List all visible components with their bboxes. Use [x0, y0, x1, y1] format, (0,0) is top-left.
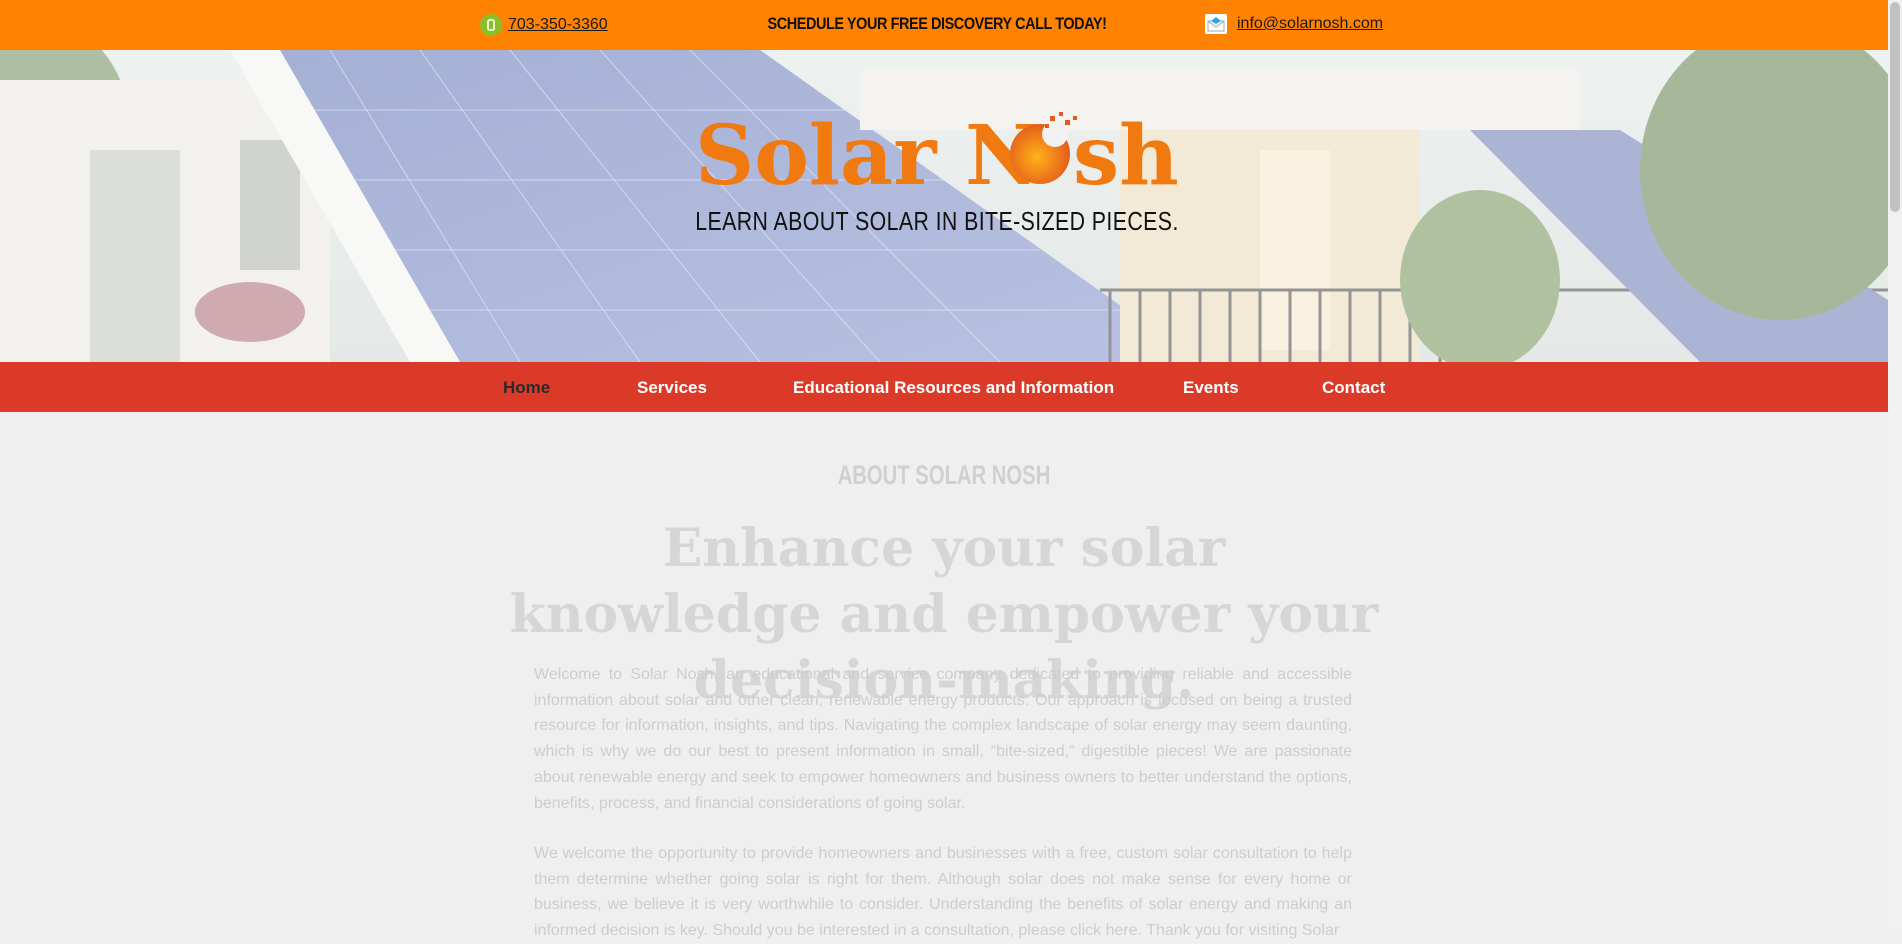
top-bar: 703-350-3360 SCHEDULE YOUR FREE DISCOVER…	[0, 0, 1888, 50]
email-address[interactable]: info@solarnosh.com	[1237, 15, 1383, 33]
phone-icon	[480, 14, 502, 36]
nav-events[interactable]: Events	[1183, 378, 1239, 398]
main-nav: Home Services Educational Resources and …	[0, 362, 1888, 412]
about-section: ABOUT SOLAR NOSH Enhance your solar know…	[0, 412, 1888, 939]
scrollbar-thumb[interactable]	[1890, 2, 1900, 212]
svg-text:sh: sh	[1073, 108, 1179, 194]
phone-number[interactable]: 703-350-3360	[508, 16, 608, 34]
nav-services[interactable]: Services	[637, 378, 707, 398]
email-link[interactable]: info@solarnosh.com	[1205, 14, 1383, 34]
nav-contact[interactable]: Contact	[1322, 378, 1385, 398]
solar-nosh-logo[interactable]: Solar N sh	[695, 104, 1185, 204]
phone-link[interactable]: 703-350-3360	[480, 14, 608, 36]
section-eyebrow: ABOUT SOLAR NOSH	[837, 460, 1051, 490]
about-paragraph-2: We welcome the opportunity to provide ho…	[534, 845, 1352, 940]
email-icon	[1205, 14, 1227, 34]
nav-educational-resources[interactable]: Educational Resources and Information	[793, 378, 1114, 398]
discovery-call-cta: SCHEDULE YOUR FREE DISCOVERY CALL TODAY!	[767, 14, 1107, 33]
tagline: LEARN ABOUT SOLAR IN BITE-SIZED PIECES.	[695, 206, 1179, 236]
about-paragraph-1: Welcome to Solar Nosh, an educational an…	[534, 666, 1352, 812]
nav-home[interactable]: Home	[503, 378, 550, 398]
svg-text:Solar N: Solar N	[695, 108, 1040, 194]
